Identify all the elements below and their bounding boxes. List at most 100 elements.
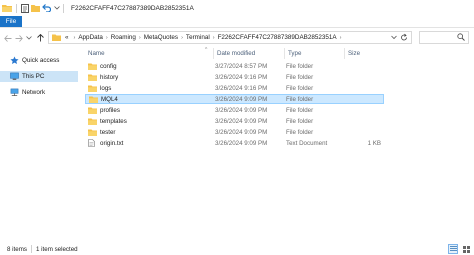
file-name: tester: [100, 128, 116, 136]
file-row-mql4[interactable]: MQL4 3/26/2024 9:09 PM File folder: [85, 94, 384, 104]
folder-icon: [88, 117, 97, 125]
file-name-cell: logs: [88, 83, 111, 93]
breadcrumb-appdata[interactable]: AppData: [78, 34, 103, 41]
file-name-cell: templates: [88, 116, 127, 126]
file-type: File folder: [286, 84, 314, 92]
breadcrumb-terminal[interactable]: Terminal: [186, 34, 210, 41]
status-bar: 8 items 1 item selected: [0, 243, 474, 255]
file-row-templates[interactable]: templates 3/26/2024 9:09 PM File folder: [85, 116, 384, 126]
back-arrow-icon[interactable]: [3, 31, 13, 45]
folder-icon: [88, 106, 97, 114]
nav-item-this-pc[interactable]: This PC: [0, 71, 78, 82]
properties-icon[interactable]: [19, 0, 30, 16]
title-bar: F2262CFAFF47C27887389DAB2852351A: [0, 0, 474, 16]
new-folder-icon[interactable]: [30, 0, 41, 16]
search-icon: [457, 32, 465, 43]
file-date: 3/26/2024 9:09 PM: [215, 106, 268, 114]
forward-arrow-icon[interactable]: [14, 31, 24, 45]
breadcrumb-separator-icon[interactable]: ›: [106, 35, 108, 41]
folder-icon: [0, 0, 14, 16]
column-header-size[interactable]: Size: [344, 48, 384, 59]
address-bar[interactable]: « › AppData › Roaming › MetaQuotes › Ter…: [48, 31, 412, 44]
file-size: [345, 116, 381, 126]
nav-item-label: Network: [22, 89, 46, 96]
up-arrow-icon[interactable]: [35, 31, 45, 45]
file-name: profiles: [100, 106, 120, 114]
file-row-history[interactable]: history 3/26/2024 9:16 PM File folder: [85, 72, 384, 82]
file-date: 3/26/2024 9:09 PM: [215, 139, 268, 147]
breadcrumb-overflow[interactable]: «: [65, 34, 69, 41]
breadcrumb-roaming[interactable]: Roaming: [111, 34, 136, 41]
file-size: [345, 72, 381, 82]
file-name-cell: origin.txt: [88, 138, 123, 148]
file-name: origin.txt: [100, 139, 124, 147]
breadcrumb-separator-icon[interactable]: ›: [213, 35, 215, 41]
file-date: 3/26/2024 9:16 PM: [215, 73, 268, 81]
computer-icon: [10, 72, 19, 81]
file-type: File folder: [286, 62, 314, 70]
file-name: templates: [100, 117, 127, 125]
breadcrumb-separator-icon[interactable]: ›: [139, 35, 141, 41]
column-headers: ^ Name Date modified Type Size: [85, 47, 385, 59]
breadcrumb-separator-icon[interactable]: ›: [340, 35, 342, 41]
status-item-count: 8 items: [7, 245, 27, 253]
file-size: [345, 83, 381, 93]
status-selection: 1 item selected: [36, 245, 78, 253]
file-row-logs[interactable]: logs 3/26/2024 9:16 PM File folder: [85, 83, 384, 93]
file-type: File folder: [286, 128, 314, 136]
customize-toolbar-icon[interactable]: [52, 0, 61, 16]
large-icons-view-icon[interactable]: [461, 244, 471, 254]
file-row-tester[interactable]: tester 3/26/2024 9:09 PM File folder: [85, 127, 384, 137]
window-title: F2262CFAFF47C27887389DAB2852351A: [71, 4, 194, 12]
file-size: [346, 94, 382, 104]
star-icon: [10, 56, 19, 65]
file-row-config[interactable]: config 3/27/2024 8:57 PM File folder: [85, 61, 384, 71]
file-name-cell: history: [88, 72, 118, 82]
search-input[interactable]: [419, 31, 469, 44]
file-date: 3/26/2024 9:09 PM: [215, 95, 268, 103]
undo-icon[interactable]: [41, 0, 52, 16]
folder-icon: [88, 73, 97, 81]
file-row-profiles[interactable]: profiles 3/26/2024 9:09 PM File folder: [85, 105, 384, 115]
file-type: File folder: [286, 117, 314, 125]
address-dropdown-icon[interactable]: [391, 34, 397, 43]
file-size: 1 KB: [367, 139, 381, 147]
file-name: MQL4: [101, 95, 118, 103]
folder-icon: [88, 62, 97, 70]
refresh-icon[interactable]: [400, 33, 408, 43]
file-tab[interactable]: File: [0, 16, 22, 27]
text-file-icon: [88, 139, 97, 147]
folder-icon: [89, 95, 98, 103]
nav-item-label: Quick access: [22, 57, 60, 64]
status-separator: [31, 245, 32, 253]
ribbon: File: [0, 16, 474, 28]
folder-icon: [88, 128, 97, 136]
column-header-date-modified[interactable]: Date modified: [213, 48, 284, 59]
file-name-cell: MQL4: [89, 94, 118, 104]
file-name-cell: tester: [88, 127, 115, 137]
breadcrumb-metaquotes[interactable]: MetaQuotes: [144, 34, 178, 41]
file-date: 3/26/2024 9:09 PM: [215, 117, 268, 125]
file-type: File folder: [286, 106, 314, 114]
details-view-icon[interactable]: [448, 244, 458, 254]
toolbar-separator: [63, 3, 64, 13]
nav-item-label: This PC: [22, 73, 45, 80]
folder-icon: [88, 84, 97, 92]
address-row: « › AppData › Roaming › MetaQuotes › Ter…: [0, 28, 474, 48]
file-row-origin-txt[interactable]: origin.txt 3/26/2024 9:09 PM Text Docume…: [85, 138, 384, 148]
column-header-name[interactable]: Name: [85, 48, 213, 59]
file-size: [345, 127, 381, 137]
file-size: [345, 61, 381, 71]
breadcrumb-separator-icon[interactable]: ›: [181, 35, 183, 41]
column-header-type[interactable]: Type: [284, 48, 344, 59]
file-name: config: [100, 62, 117, 70]
file-type: File folder: [286, 95, 314, 103]
toolbar-separator: [16, 3, 17, 13]
recent-locations-icon[interactable]: [25, 31, 33, 45]
breadcrumb-current-folder[interactable]: F2262CFAFF47C27887389DAB2852351A: [218, 34, 337, 41]
breadcrumb-separator-icon[interactable]: ›: [74, 35, 76, 41]
nav-item-quick-access[interactable]: Quick access: [0, 55, 78, 66]
column-header-label: Date modified: [217, 50, 256, 57]
nav-item-network[interactable]: Network: [0, 87, 78, 98]
network-icon: [10, 88, 19, 97]
